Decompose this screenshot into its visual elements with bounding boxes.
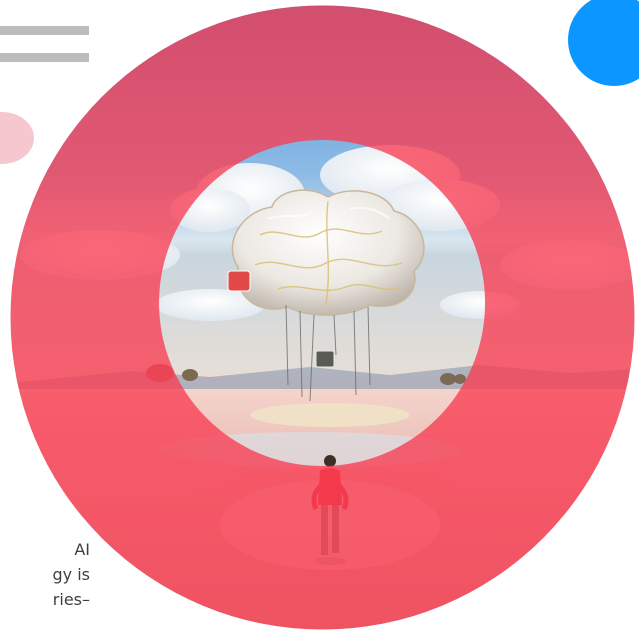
circular-illustration (10, 5, 635, 630)
